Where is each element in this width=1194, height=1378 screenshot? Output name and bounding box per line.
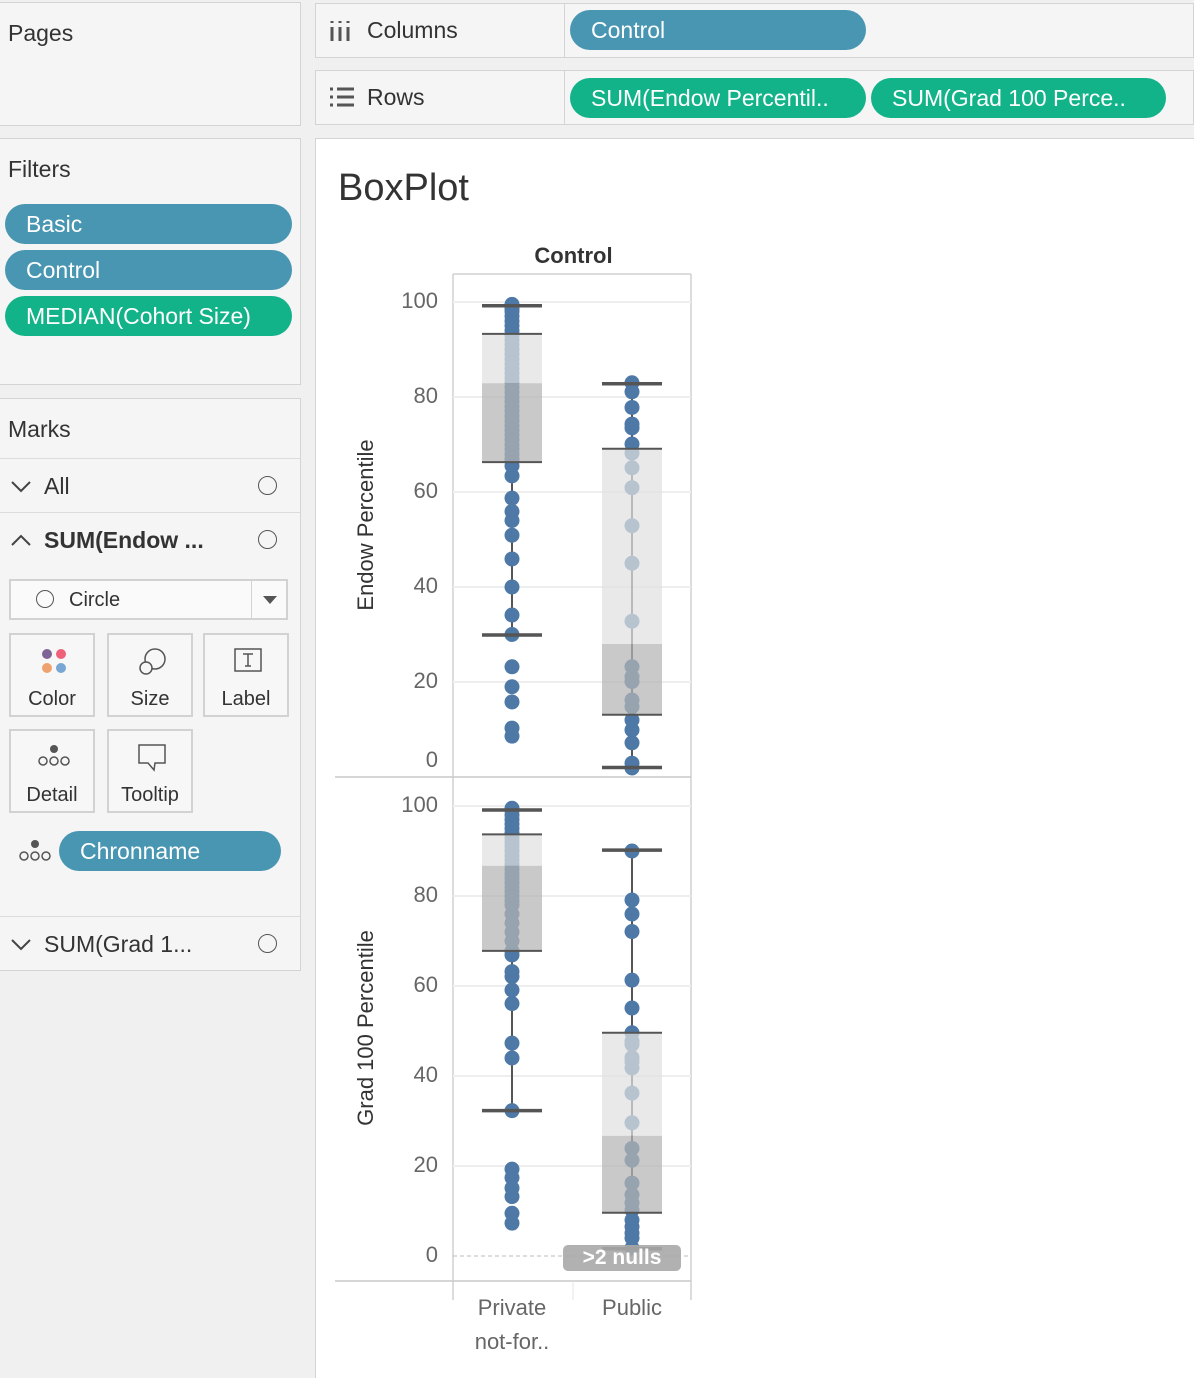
box-lower-half: [482, 383, 542, 463]
x-category-label: Private not-for..: [474, 1295, 550, 1354]
box-lower-half: [482, 865, 542, 951]
data-point: [624, 420, 640, 436]
data-point: [504, 607, 520, 623]
data-point: [504, 969, 520, 985]
box-upper-half: [602, 1032, 662, 1136]
data-point: [504, 996, 520, 1012]
data-point: [504, 694, 520, 710]
data-point: [624, 924, 640, 940]
data-point: [504, 513, 520, 528]
y-tick-label: 0: [425, 747, 438, 772]
data-point: [624, 972, 640, 988]
data-point: [504, 490, 520, 506]
box-upper-half: [482, 333, 542, 384]
data-point: [504, 468, 520, 484]
data-point: [504, 1189, 520, 1205]
y-tick-label: 100: [401, 792, 438, 817]
y-axis-title: Grad 100 Percentile: [353, 930, 378, 1126]
box-upper-half: [602, 448, 662, 644]
data-point: [504, 659, 520, 675]
data-point: [624, 735, 640, 751]
box-lower-half: [602, 644, 662, 715]
data-point: [624, 722, 640, 738]
data-point: [504, 1035, 520, 1051]
data-point: [624, 384, 640, 400]
data-point: [504, 982, 520, 998]
data-point: [504, 728, 520, 744]
data-point: [504, 579, 520, 595]
data-point: [624, 892, 640, 908]
box-lower-half: [602, 1135, 662, 1213]
data-point: [504, 551, 520, 567]
null-indicator-label[interactable]: >2 nulls: [563, 1246, 681, 1270]
data-point: [624, 906, 640, 922]
data-point: [624, 1000, 640, 1016]
x-category-label: Public: [602, 1295, 662, 1320]
data-point: [504, 679, 520, 695]
y-tick-label: 100: [401, 288, 438, 313]
y-tick-label: 0: [425, 1242, 438, 1267]
box-upper-half: [482, 834, 542, 866]
data-point: [504, 1215, 520, 1231]
boxplot-chart[interactable]: [0, 0, 1194, 1378]
data-point: [504, 527, 520, 543]
data-point: [624, 399, 640, 415]
y-axis-title: Endow Percentile: [353, 438, 378, 611]
data-point: [504, 1050, 520, 1066]
